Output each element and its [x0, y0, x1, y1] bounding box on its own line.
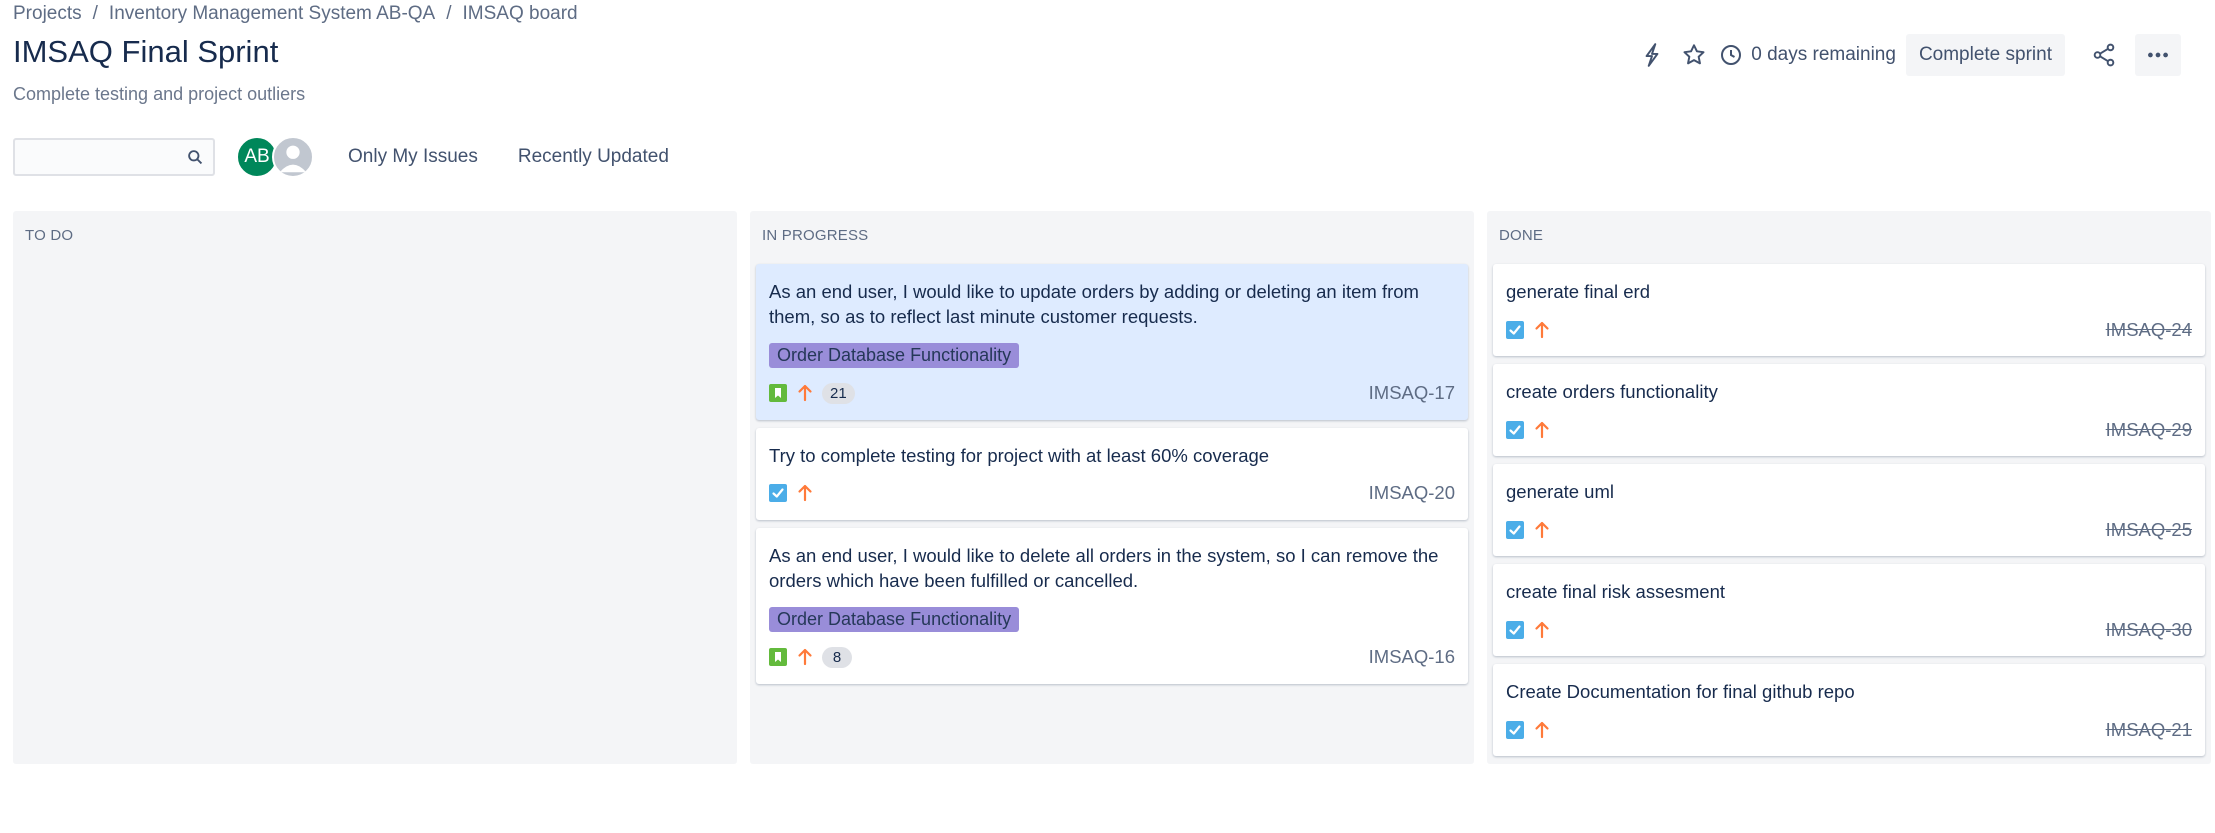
issue-summary: generate final erd: [1506, 281, 1650, 302]
column-cards: generate final erd IMSAQ-24 create order…: [1493, 264, 2205, 764]
card-footer: IMSAQ-25: [1506, 517, 2192, 543]
story-points-badge: 21: [822, 382, 855, 404]
more-icon[interactable]: [2135, 34, 2181, 76]
task-icon: [1506, 621, 1524, 639]
issue-summary: Create Documentation for final github re…: [1506, 681, 1855, 702]
search-box: [13, 138, 215, 176]
card-footer: 21 IMSAQ-17: [769, 380, 1455, 406]
issue-key[interactable]: IMSAQ-25: [2106, 519, 2192, 541]
only-my-issues-filter[interactable]: Only My Issues: [348, 146, 478, 168]
issue-key[interactable]: IMSAQ-30: [2106, 619, 2192, 641]
priority-high-icon: [1535, 721, 1549, 739]
issue-card[interactable]: create final risk assesment IMSAQ-30: [1493, 564, 2205, 656]
issue-key[interactable]: IMSAQ-24: [2106, 319, 2192, 341]
task-icon: [1506, 521, 1524, 539]
issue-summary: Try to complete testing for project with…: [769, 445, 1270, 466]
clock-icon: [1721, 45, 1742, 65]
breadcrumb-project[interactable]: Inventory Management System AB-QA: [109, 3, 435, 25]
task-icon: [1506, 721, 1524, 739]
breadcrumb: Projects / Inventory Management System A…: [13, 3, 578, 25]
card-footer: IMSAQ-20: [769, 480, 1455, 506]
issue-summary: generate uml: [1506, 481, 1614, 502]
header-actions: 0 days remaining Complete sprint: [1631, 34, 2181, 76]
search-input[interactable]: [15, 140, 213, 174]
priority-high-icon: [798, 648, 812, 666]
priority-high-icon: [1535, 621, 1549, 639]
breadcrumb-board[interactable]: IMSAQ board: [463, 3, 578, 25]
task-icon: [1506, 321, 1524, 339]
column-title: DONE: [1499, 227, 1544, 244]
priority-high-icon: [1535, 521, 1549, 539]
automation-bolt-icon[interactable]: [1631, 34, 1673, 76]
issue-summary: create final risk assesment: [1506, 581, 1726, 602]
breadcrumb-projects[interactable]: Projects: [13, 3, 82, 25]
days-remaining-text: 0 days remaining: [1751, 44, 1896, 65]
epic-label: Order Database Functionality: [769, 607, 1020, 632]
issue-card[interactable]: Create Documentation for final github re…: [1493, 664, 2205, 756]
issue-summary: As an end user, I would like to delete a…: [769, 545, 1439, 591]
task-icon: [1506, 421, 1524, 439]
recently-updated-filter[interactable]: Recently Updated: [518, 146, 669, 168]
column-todo: TO DO: [13, 211, 737, 764]
issue-card[interactable]: As an end user, I would like to update o…: [756, 264, 1468, 420]
board-columns: TO DO IN PROGRESS As an end user, I woul…: [13, 211, 2211, 764]
avatar-generic-user-icon[interactable]: [272, 136, 314, 178]
issue-key[interactable]: IMSAQ-21: [2106, 719, 2192, 741]
breadcrumb-separator: /: [92, 3, 98, 24]
board-filters: AB Only My Issues Recently Updated: [13, 136, 669, 178]
epic-label: Order Database Functionality: [769, 343, 1020, 368]
priority-high-icon: [1535, 421, 1549, 439]
issue-key[interactable]: IMSAQ-29: [2106, 419, 2192, 441]
priority-high-icon: [798, 484, 812, 502]
task-icon: [769, 484, 787, 502]
column-done: DONE generate final erd IMSAQ-24 create …: [1487, 211, 2211, 764]
issue-key[interactable]: IMSAQ-17: [1369, 382, 1455, 404]
issue-summary: As an end user, I would like to update o…: [769, 281, 1419, 327]
issue-card[interactable]: Try to complete testing for project with…: [756, 428, 1468, 520]
share-icon[interactable]: [2083, 34, 2125, 76]
column-title: IN PROGRESS: [762, 227, 869, 244]
card-footer: IMSAQ-30: [1506, 617, 2192, 643]
card-footer: IMSAQ-24: [1506, 317, 2192, 343]
issue-card[interactable]: generate final erd IMSAQ-24: [1493, 264, 2205, 356]
complete-sprint-button[interactable]: Complete sprint: [1905, 34, 2065, 76]
search-icon: [188, 150, 203, 165]
issue-card[interactable]: generate uml IMSAQ-25: [1493, 464, 2205, 556]
star-icon[interactable]: [1673, 34, 1715, 76]
card-footer: IMSAQ-29: [1506, 417, 2192, 443]
issue-card[interactable]: As an end user, I would like to delete a…: [756, 528, 1468, 684]
card-footer: 8 IMSAQ-16: [769, 644, 1455, 670]
story-icon: [769, 384, 787, 402]
issue-card[interactable]: create orders functionality IMSAQ-29: [1493, 364, 2205, 456]
priority-high-icon: [798, 384, 812, 402]
days-remaining: 0 days remaining: [1719, 43, 1896, 67]
priority-high-icon: [1535, 321, 1549, 339]
breadcrumb-separator: /: [446, 3, 452, 24]
column-in-progress: IN PROGRESS As an end user, I would like…: [750, 211, 1474, 764]
page-title: IMSAQ Final Sprint: [13, 34, 279, 69]
story-icon: [769, 648, 787, 666]
sprint-goal: Complete testing and project outliers: [13, 84, 306, 104]
avatar-filter-group: AB: [236, 136, 314, 178]
card-footer: IMSAQ-21: [1506, 717, 2192, 743]
issue-key[interactable]: IMSAQ-16: [1369, 646, 1455, 668]
story-points-badge: 8: [822, 646, 852, 668]
column-cards: As an end user, I would like to update o…: [756, 264, 1468, 692]
issue-summary: create orders functionality: [1506, 381, 1718, 402]
issue-key[interactable]: IMSAQ-20: [1369, 482, 1455, 504]
column-title: TO DO: [25, 227, 74, 244]
